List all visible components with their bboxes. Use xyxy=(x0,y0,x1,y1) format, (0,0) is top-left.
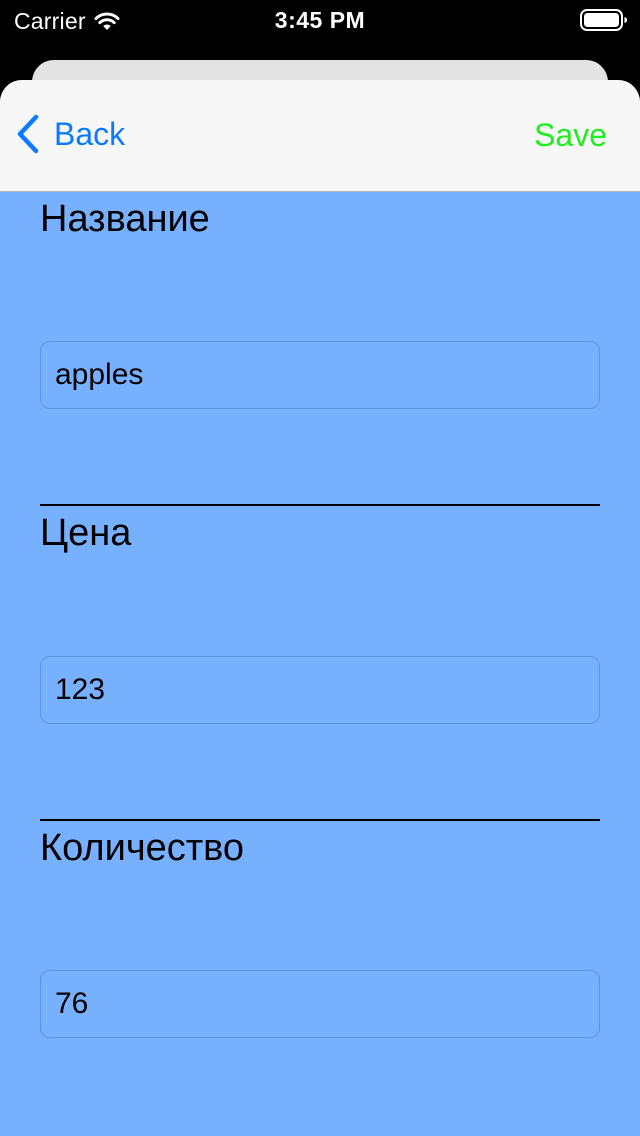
name-input[interactable] xyxy=(40,341,600,409)
back-button[interactable]: Back xyxy=(14,114,125,154)
back-label: Back xyxy=(54,115,126,152)
price-input[interactable] xyxy=(40,656,600,724)
quantity-input[interactable] xyxy=(40,970,600,1038)
field-divider xyxy=(40,819,600,821)
quantity-label: Количество xyxy=(40,827,245,869)
price-label: Цена xyxy=(40,512,132,554)
clock: 3:45 PM xyxy=(274,7,366,33)
chevron-left-icon xyxy=(17,114,39,154)
status-bar: Carrier 3:45 PM xyxy=(0,0,640,40)
name-label: Название xyxy=(40,198,210,240)
field-divider xyxy=(40,504,600,506)
battery-icon xyxy=(580,9,627,31)
save-button[interactable]: Save xyxy=(534,117,607,154)
edit-item-sheet: Back Save Название Цена Количество xyxy=(0,80,640,1136)
navigation-bar: Back Save xyxy=(0,80,640,192)
